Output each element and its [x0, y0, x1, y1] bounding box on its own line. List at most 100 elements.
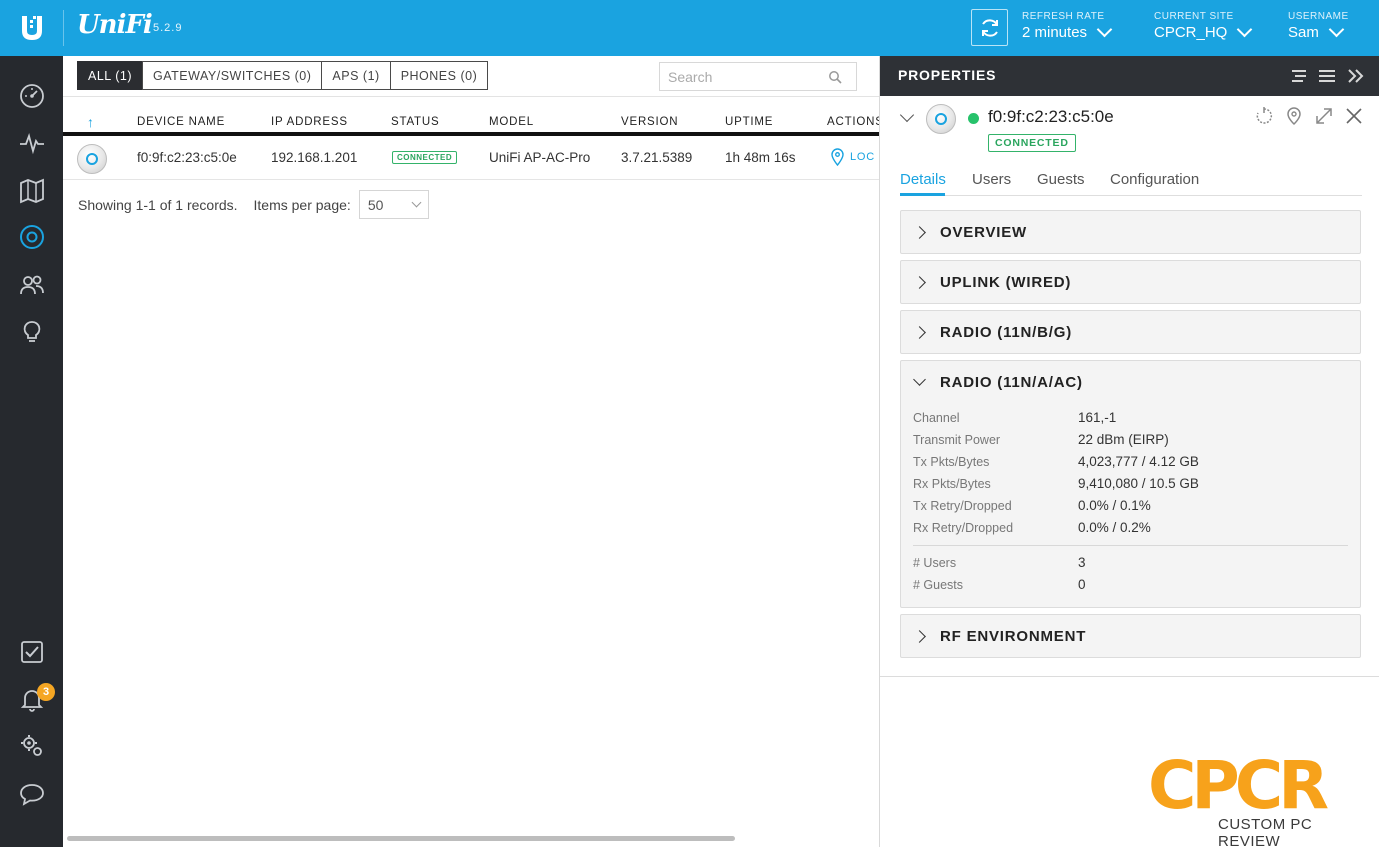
expand-icon[interactable] — [1314, 106, 1334, 126]
menu-icon[interactable] — [1317, 66, 1337, 86]
chevron-down-icon[interactable] — [899, 107, 915, 123]
section-title: RF ENVIRONMENT — [940, 627, 1087, 645]
kv-row: Rx Pkts/Bytes 9,410,080 / 10.5 GB — [913, 476, 1199, 491]
pulse-icon — [19, 133, 44, 155]
section-title: RADIO (11N/B/G) — [940, 323, 1073, 341]
top-bar: UniFi 5.2.9 REFRESH RATE 2 minutes CURRE… — [0, 0, 1379, 56]
sort-ascending-icon[interactable]: ↑ — [87, 114, 94, 130]
chevron-down-icon — [913, 373, 926, 386]
tab-users[interactable]: Users — [972, 171, 1011, 188]
device-header: f0:9f:c2:23:c5:0e CONNECTED — [880, 96, 1379, 164]
sidebar-item-events[interactable] — [0, 630, 63, 674]
filter-tab-phones[interactable]: PHONES (0) — [389, 61, 489, 90]
properties-panel: PROPERTIES f0:9f:c2:23:c5:0e CONNECTED D… — [879, 56, 1379, 847]
tab-configuration[interactable]: Configuration — [1110, 171, 1199, 188]
filter-bar: ALL (1) GATEWAY/SWITCHES (0) APS (1) PHO… — [63, 56, 879, 97]
sidebar-item-statistics[interactable] — [0, 121, 63, 165]
chevron-right-icon — [913, 325, 926, 339]
search-icon[interactable] — [828, 70, 842, 84]
column-model[interactable]: MODEL — [489, 116, 534, 128]
alerts-count-badge: 3 — [37, 683, 55, 701]
status-badge: CONNECTED — [988, 134, 1076, 152]
sidebar-item-alerts[interactable]: 3 — [0, 677, 63, 721]
filter-tab-aps[interactable]: APS (1) — [321, 61, 391, 90]
records-summary: Showing 1-1 of 1 records. — [78, 196, 238, 213]
column-actions: ACTIONS — [827, 116, 884, 128]
align-right-icon[interactable] — [1289, 66, 1309, 86]
username-label: USERNAME — [1288, 11, 1349, 22]
kv-row: Channel 161,-1 — [913, 410, 1117, 425]
cell-ip-address: 192.168.1.201 — [271, 150, 358, 165]
search-input[interactable] — [668, 68, 828, 85]
column-ip-address[interactable]: IP ADDRESS — [271, 116, 348, 128]
cell-device-name: f0:9f:c2:23:c5:0e — [137, 150, 237, 165]
checkbox-icon — [20, 641, 43, 663]
username-menu[interactable]: USERNAME Sam — [1288, 11, 1349, 41]
chevron-right-icon — [913, 275, 926, 289]
section-uplink[interactable]: UPLINK (WIRED) — [900, 260, 1361, 304]
divider — [880, 676, 1379, 677]
section-title: UPLINK (WIRED) — [940, 273, 1072, 291]
tab-guests[interactable]: Guests — [1037, 171, 1085, 188]
properties-tabs: Details Users Guests Configuration — [900, 168, 1362, 196]
sidebar-item-chat[interactable] — [0, 772, 63, 816]
section-rf-environment[interactable]: RF ENVIRONMENT — [900, 614, 1361, 658]
double-chevron-right-icon[interactable] — [1346, 66, 1366, 86]
table-row[interactable]: f0:9f:c2:23:c5:0e 192.168.1.201 CONNECTE… — [63, 136, 879, 180]
kv-row: # Guests 0 — [913, 577, 1086, 592]
refresh-rate-label: REFRESH RATE — [1022, 11, 1105, 22]
pagination: Showing 1-1 of 1 records. Items per page… — [78, 190, 429, 219]
kv-row: Rx Retry/Dropped 0.0% / 0.2% — [913, 520, 1151, 535]
sidebar: 3 — [0, 56, 63, 847]
sidebar-item-settings[interactable] — [0, 724, 63, 768]
sidebar-item-clients[interactable] — [0, 263, 63, 307]
section-radio-bg[interactable]: RADIO (11N/B/G) — [900, 310, 1361, 354]
column-version[interactable]: VERSION — [621, 116, 678, 128]
locate-action[interactable]: LOC — [831, 148, 875, 166]
chevron-right-icon — [913, 225, 926, 239]
items-per-page-select[interactable]: 50 — [358, 190, 429, 219]
column-status[interactable]: STATUS — [391, 116, 439, 128]
username-value: Sam — [1288, 24, 1319, 41]
refresh-rate-selector[interactable]: REFRESH RATE 2 minutes — [1022, 11, 1113, 41]
chevron-down-icon — [411, 197, 422, 208]
section-radio-ac-header[interactable]: RADIO (11N/A/AC) — [901, 361, 1360, 403]
filter-tab-gateway-switches[interactable]: GATEWAY/SWITCHES (0) — [142, 61, 323, 90]
section-overview[interactable]: OVERVIEW — [900, 210, 1361, 254]
access-point-icon — [77, 144, 107, 174]
items-per-page-label: Items per page: — [253, 196, 351, 213]
map-icon — [19, 178, 44, 204]
tab-details[interactable]: Details — [900, 171, 946, 188]
column-uptime[interactable]: UPTIME — [725, 116, 773, 128]
cell-version: 3.7.21.5389 — [621, 150, 693, 165]
cpcr-watermark-logo: CPCR CUSTOM PC REVIEW — [1148, 753, 1362, 847]
search-box — [659, 62, 857, 91]
kv-row: Transmit Power 22 dBm (EIRP) — [913, 432, 1169, 447]
restart-icon[interactable] — [1254, 106, 1274, 126]
column-device-name[interactable]: DEVICE NAME — [137, 116, 225, 128]
device-list-area: ALL (1) GATEWAY/SWITCHES (0) APS (1) PHO… — [63, 56, 883, 847]
sidebar-item-map[interactable] — [0, 169, 63, 213]
ubiquiti-logo-icon[interactable] — [0, 0, 63, 56]
chat-bubble-icon — [19, 784, 44, 806]
speedometer-icon — [19, 84, 44, 108]
sidebar-item-devices[interactable] — [0, 215, 63, 259]
divider — [913, 545, 1348, 546]
sidebar-item-insights[interactable] — [0, 310, 63, 354]
close-icon[interactable] — [1344, 106, 1364, 126]
table-header: ↑ DEVICE NAME IP ADDRESS STATUS MODEL VE… — [63, 112, 883, 136]
kv-row: Tx Retry/Dropped 0.0% / 0.1% — [913, 498, 1151, 513]
current-site-selector[interactable]: CURRENT SITE CPCR_HQ — [1154, 11, 1253, 41]
section-title: RADIO (11N/A/AC) — [940, 373, 1083, 391]
chevron-down-icon — [1328, 21, 1345, 38]
unifi-brand-logo: UniFi — [77, 10, 153, 40]
kv-row: Tx Pkts/Bytes 4,023,777 / 4.12 GB — [913, 454, 1199, 469]
refresh-button[interactable] — [971, 9, 1008, 46]
horizontal-scrollbar[interactable] — [67, 836, 735, 841]
access-point-icon — [926, 104, 956, 134]
location-pin-icon[interactable] — [1284, 106, 1304, 126]
filter-tab-all[interactable]: ALL (1) — [77, 61, 144, 90]
controller-version: 5.2.9 — [153, 22, 183, 34]
properties-title: PROPERTIES — [898, 67, 997, 83]
sidebar-item-dashboard[interactable] — [0, 74, 63, 118]
